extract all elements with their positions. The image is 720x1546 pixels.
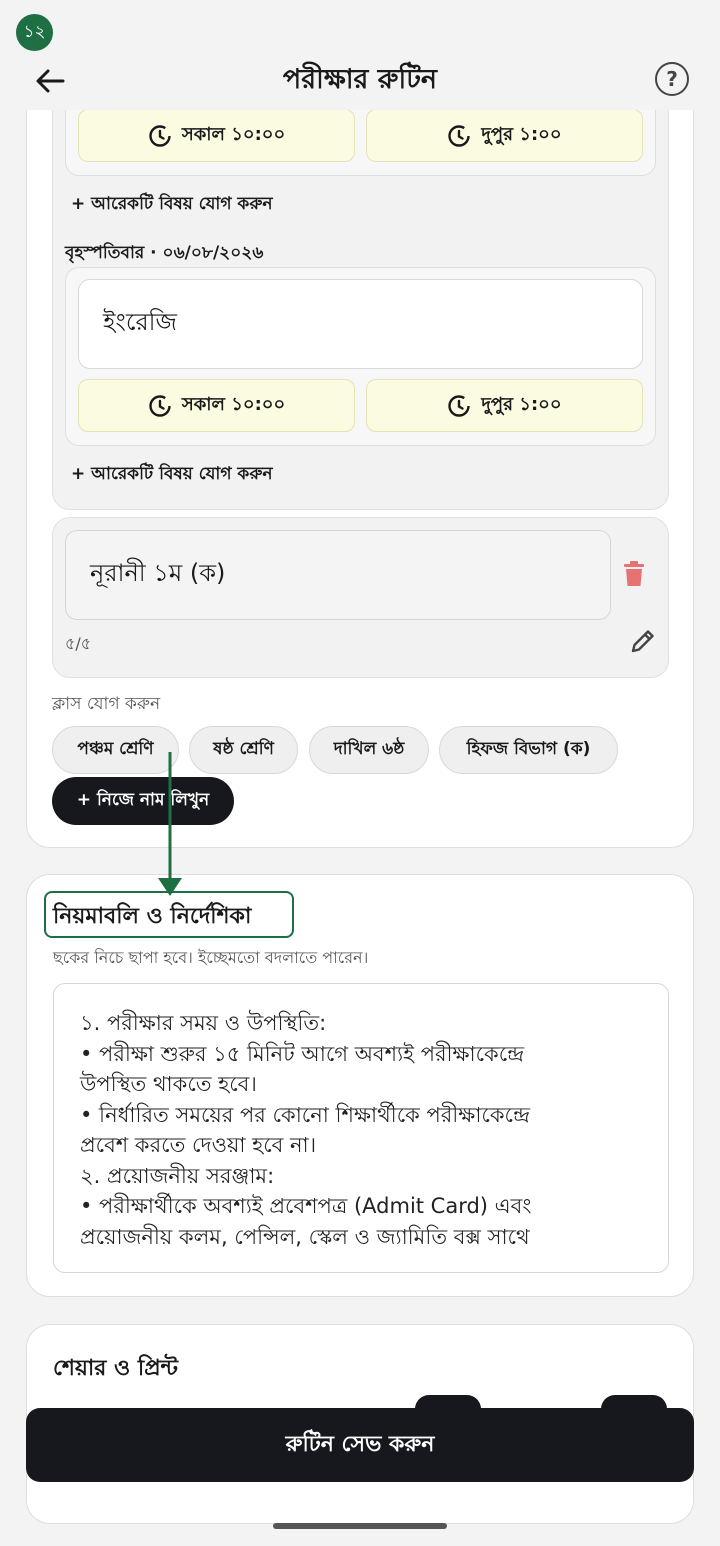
rules-textarea[interactable]: ১. পরীক্ষার সময় ও উপস্থিতি: • পরীক্ষা শ… [53, 983, 669, 1273]
rules-line: • পরীক্ষা শুরুর ১৫ মিনিট আগে অবশ্যই পরীক… [80, 1041, 525, 1066]
app-header: পরীক্ষার রুটিন ? [0, 52, 720, 110]
page-title: পরীক্ষার রুটিন [282, 64, 438, 95]
start-time-label: সকাল ১০:০০ [181, 394, 286, 415]
class-chip[interactable]: হিফজ বিভাগ (ক) [439, 726, 618, 774]
delete-icon[interactable] [623, 561, 645, 591]
rules-line: ২. প্রয়োজনীয় সরঞ্জাম: [80, 1163, 275, 1188]
end-time-button-1[interactable]: দুপুর ১:০০ [366, 109, 643, 162]
custom-class-button[interactable]: + নিজে নাম লিখুন [52, 777, 234, 825]
end-time-label: দুপুর ১:০০ [481, 394, 562, 415]
clock-icon [448, 124, 471, 147]
rules-line: • পরীক্ষার্থীকে অবশ্যই প্রবেশপত্র (Admit… [80, 1194, 532, 1218]
subject-value: ইংরেজি [103, 308, 177, 336]
rules-line: • নির্ধারিত সময়ের পর কোনো শিক্ষার্থীকে … [80, 1102, 530, 1127]
subject-input[interactable]: ইংরেজি [78, 279, 643, 369]
rules-line: ১. পরীক্ষার সময় ও উপস্থিতি: [80, 1011, 327, 1035]
save-routine-button[interactable]: রুটিন সেভ করুন [26, 1408, 694, 1482]
class-name-value: নূরানী ১ম (ক) [90, 559, 226, 587]
add-class-label: ক্লাস যোগ করুন [52, 694, 161, 714]
start-time-label: সকাল ১০:০০ [181, 124, 286, 145]
char-counter: ৫/৫ [65, 634, 92, 653]
class-chip[interactable]: ষষ্ঠ শ্রেণি [189, 726, 298, 774]
add-subject-link-2[interactable]: + আরেকটি বিষয় যোগ করুন [71, 461, 273, 489]
class-name-input[interactable]: নূরানী ১ম (ক) [65, 530, 611, 620]
rules-hint: ছকের নিচে ছাপা হবে। ইচ্ছেমতো বদলাতে পারে… [53, 948, 369, 967]
end-time-button-2[interactable]: দুপুর ১:০০ [366, 379, 643, 432]
home-indicator [273, 1523, 447, 1529]
arrow-left-icon [36, 69, 65, 93]
end-time-label: দুপুর ১:০০ [481, 124, 562, 145]
rules-line: প্রবেশ করতে দেওয়া হবে না। [80, 1133, 317, 1157]
day-label: বৃহস্পতিবার · ০৬/০৮/২০২৬ [65, 243, 264, 263]
class-chip[interactable]: দাখিল ৬ষ্ঠ [309, 726, 429, 774]
rules-line: প্রয়োজনীয় কলম, পেন্সিল, স্কেল ও জ্যামি… [80, 1224, 530, 1249]
annotation-arrow [158, 752, 182, 896]
clock-icon [149, 124, 171, 147]
clock-icon [448, 394, 471, 417]
help-button[interactable]: ? [655, 62, 689, 96]
start-time-button-1[interactable]: সকাল ১০:০০ [78, 109, 355, 162]
step-badge: ১২ [16, 14, 53, 51]
add-subject-link-1[interactable]: + আরেকটি বিষয় যোগ করুন [71, 191, 273, 219]
clock-icon [149, 394, 171, 417]
start-time-button-2[interactable]: সকাল ১০:০০ [78, 379, 355, 432]
rules-line: উপস্থিত থাকতে হবে। [80, 1072, 257, 1096]
back-button[interactable] [30, 64, 70, 98]
share-title: শেয়ার ও প্রিন্ট [53, 1356, 178, 1381]
edit-pencil-icon[interactable] [629, 627, 657, 659]
routine-card: সকাল ১০:০০ দুপুর ১:০০ + আরেকটি বিষয় যোগ… [26, 60, 694, 848]
